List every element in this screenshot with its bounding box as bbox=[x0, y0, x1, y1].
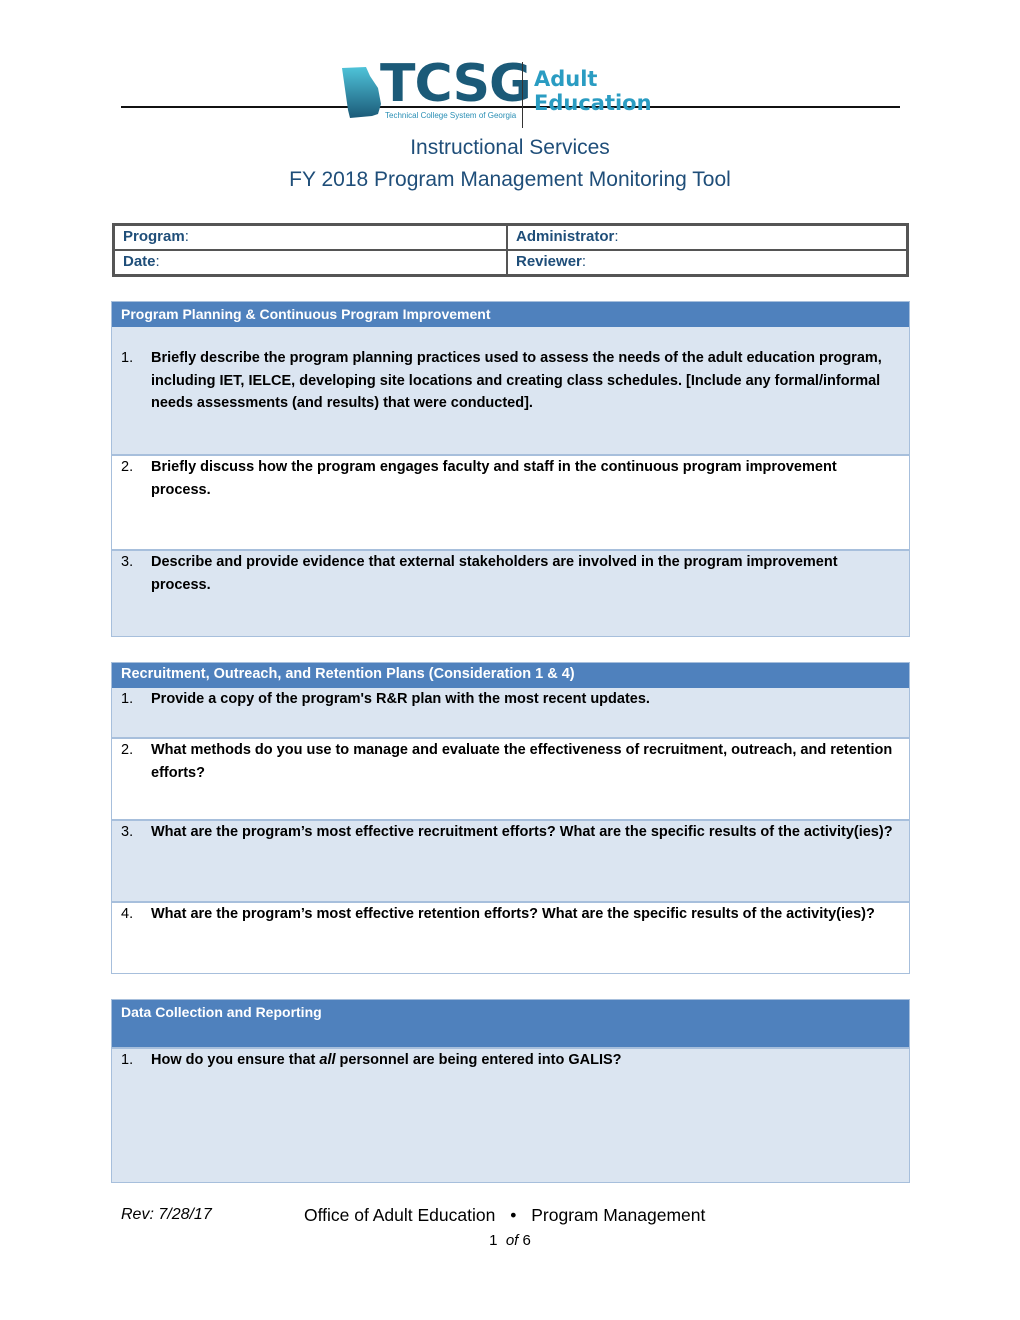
question-row[interactable]: 1. Provide a copy of the program's R&R p… bbox=[112, 688, 909, 737]
page-number: 1 of 6 bbox=[0, 1232, 1020, 1249]
question-row[interactable]: 3. Describe and provide evidence that ex… bbox=[112, 549, 909, 636]
page-of: of bbox=[505, 1232, 519, 1249]
question-number: 3. bbox=[121, 554, 134, 570]
page-subtitle: FY 2018 Program Management Monitoring To… bbox=[289, 168, 731, 191]
question-number: 2. bbox=[121, 459, 134, 475]
emphasis: all bbox=[319, 1052, 336, 1068]
question-row[interactable]: 4. What are the program’s most effective… bbox=[112, 901, 909, 973]
logo-subtitle: Technical College System of Georgia bbox=[385, 111, 517, 120]
revision-date: Rev: 7/28/17 bbox=[121, 1206, 212, 1223]
question-row[interactable]: 1. Briefly describe the program planning… bbox=[112, 327, 909, 454]
administrator-field[interactable]: Administrator: bbox=[507, 225, 907, 250]
question-number: 1. bbox=[121, 691, 134, 707]
program-field[interactable]: Program: bbox=[114, 225, 507, 250]
page-title: Instructional Services bbox=[410, 136, 610, 159]
administrator-label: Administrator bbox=[516, 228, 615, 245]
footer-office: Office of Adult Education bbox=[304, 1205, 496, 1225]
question-number: 2. bbox=[121, 742, 134, 758]
section-data-collection-reporting: Data Collection and Reporting 1. How do … bbox=[111, 999, 910, 1183]
question-text: What are the program’s most effective re… bbox=[151, 824, 893, 840]
question-row[interactable]: 1. How do you ensure that all personnel … bbox=[112, 1047, 909, 1182]
footer-office-line: Office of Adult Education • Program Mana… bbox=[304, 1205, 705, 1226]
question-text: What are the program’s most effective re… bbox=[151, 906, 875, 922]
logo-division: Adult Education bbox=[534, 67, 652, 115]
bullet-separator: • bbox=[510, 1205, 517, 1225]
program-info-table: Program: Administrator: Date: Reviewer: bbox=[112, 223, 909, 277]
section-recruitment-outreach-retention: Recruitment, Outreach, and Retention Pla… bbox=[111, 662, 910, 974]
logo-divider bbox=[522, 62, 523, 128]
page-total: 6 bbox=[522, 1232, 531, 1249]
question-text: Briefly describe the program planning pr… bbox=[151, 350, 882, 411]
section-header: Recruitment, Outreach, and Retention Pla… bbox=[112, 663, 909, 688]
question-text: Provide a copy of the program's R&R plan… bbox=[151, 691, 650, 707]
logo-division-line2: Education bbox=[534, 91, 652, 115]
question-text: What methods do you use to manage and ev… bbox=[151, 742, 893, 781]
question-text: How do you ensure that all personnel are… bbox=[151, 1052, 622, 1068]
question-number: 1. bbox=[121, 1052, 134, 1068]
question-number: 1. bbox=[121, 350, 134, 366]
section-header: Data Collection and Reporting bbox=[112, 1000, 909, 1047]
date-label: Date bbox=[123, 253, 156, 270]
question-number: 3. bbox=[121, 824, 134, 840]
question-number: 4. bbox=[121, 906, 134, 922]
program-label: Program bbox=[123, 228, 185, 245]
question-row[interactable]: 2. What methods do you use to manage and… bbox=[112, 737, 909, 819]
section-program-planning: Program Planning & Continuous Program Im… bbox=[111, 301, 910, 637]
reviewer-label: Reviewer bbox=[516, 253, 582, 270]
reviewer-field[interactable]: Reviewer: bbox=[507, 250, 907, 275]
footer-department: Program Management bbox=[531, 1205, 706, 1225]
date-field[interactable]: Date: bbox=[114, 250, 507, 275]
section-header: Program Planning & Continuous Program Im… bbox=[112, 302, 909, 327]
logo-division-line1: Adult bbox=[534, 67, 598, 91]
logo-acronym: TCSG bbox=[380, 54, 532, 114]
georgia-state-map-icon bbox=[342, 67, 381, 118]
question-text: Briefly discuss how the program engages … bbox=[151, 459, 837, 498]
question-row[interactable]: 2. Briefly discuss how the program engag… bbox=[112, 454, 909, 549]
question-text: Describe and provide evidence that exter… bbox=[151, 554, 838, 593]
page-current: 1 bbox=[489, 1232, 498, 1249]
question-row[interactable]: 3. What are the program’s most effective… bbox=[112, 819, 909, 901]
